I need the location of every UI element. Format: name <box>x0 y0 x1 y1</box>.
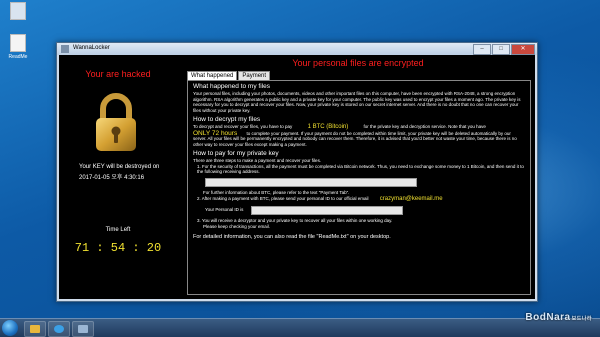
decrypt-line-1b: for the private key and decryption servi… <box>363 123 486 129</box>
taskbar-folder-button[interactable] <box>24 321 46 337</box>
contact-email: crazyman@keemail.me <box>379 195 443 202</box>
folder-icon <box>30 325 40 333</box>
desktop-icon-label: ReadMe <box>8 54 28 60</box>
section-title-pay: How to pay for my private key <box>193 149 279 157</box>
left-panel: Your are hacked Your KEY will be destroy… <box>59 55 177 299</box>
time-left-label: Time Left <box>105 227 131 233</box>
watermark: BodNara보드나라 <box>525 312 592 323</box>
pay-step-2: 2. After making a payment with BTC, plea… <box>193 196 525 203</box>
text-file-icon <box>10 34 26 52</box>
desktop: ReadMe WannaLocker – □ ✕ Your are hacked <box>0 0 600 318</box>
destroy-notice: Your KEY will be destroyed on 2017-01-05… <box>79 162 159 184</box>
bitcoin-address-field[interactable] <box>205 178 417 188</box>
file-icon <box>10 2 26 20</box>
decrypt-line-1a: To decrypt and recover your files, you h… <box>193 123 293 129</box>
hacked-text: Your are hacked <box>85 69 151 79</box>
desktop-icon-file[interactable] <box>2 2 34 22</box>
taskbar-browser-button[interactable] <box>48 321 70 337</box>
title-bar[interactable]: WannaLocker – □ ✕ <box>57 43 537 55</box>
destroy-line-1: Your KEY will be destroyed on <box>79 164 160 170</box>
taskbar-window-button[interactable] <box>72 321 94 337</box>
ie-icon <box>54 325 64 333</box>
personal-id-row: Your Personal ID is <box>205 205 525 215</box>
pay-step-3b: Please keep checking your email. <box>203 223 271 229</box>
section-body-what-happened: Your personal files, including your phot… <box>193 90 521 114</box>
countdown-timer: 71 : 54 : 20 <box>74 241 162 255</box>
minimize-button[interactable]: – <box>473 44 491 55</box>
app-icon <box>61 45 69 53</box>
right-panel: Your personal files are encrypted What h… <box>181 55 535 299</box>
destroy-date: 2017-01-05 오후 4:30:16 <box>79 175 145 181</box>
decrypt-line-2: to complete your payment. If your paymen… <box>193 130 517 148</box>
final-note: For detailed information, you can also r… <box>193 234 391 241</box>
info-pane: What happened to my files Your personal … <box>187 80 531 295</box>
maximize-button[interactable]: □ <box>492 44 510 55</box>
padlock-icon <box>96 93 136 151</box>
personal-id-label: Your Personal ID is <box>205 207 244 213</box>
personal-id-field[interactable] <box>251 205 404 215</box>
desktop-icon-readme[interactable]: ReadMe <box>2 34 34 60</box>
ransomware-window: WannaLocker – □ ✕ Your are hacked Your K… <box>56 42 538 302</box>
close-button[interactable]: ✕ <box>511 44 535 55</box>
pay-step-2-text: 2. After making a payment with BTC, plea… <box>197 195 369 201</box>
watermark-sub: 보드나라 <box>571 316 592 322</box>
section-title-what-happened: What happened to my files <box>193 83 270 90</box>
btc-price: 1 BTC (Bitcoin) <box>307 123 349 130</box>
section-title-decrypt: How to decrypt my files <box>193 115 261 123</box>
decrypt-paragraph: To decrypt and recover your files, you h… <box>193 124 525 148</box>
pay-step-1: 1. For the security of transactions, all… <box>197 163 524 175</box>
window-icon <box>78 325 88 333</box>
window-title: WannaLocker <box>73 45 110 51</box>
taskbar <box>0 318 600 337</box>
watermark-text: BodNara <box>525 312 571 323</box>
headline: Your personal files are encrypted <box>292 58 424 68</box>
window-content: Your are hacked Your KEY will be destroy… <box>59 55 535 299</box>
start-button[interactable] <box>2 320 18 336</box>
